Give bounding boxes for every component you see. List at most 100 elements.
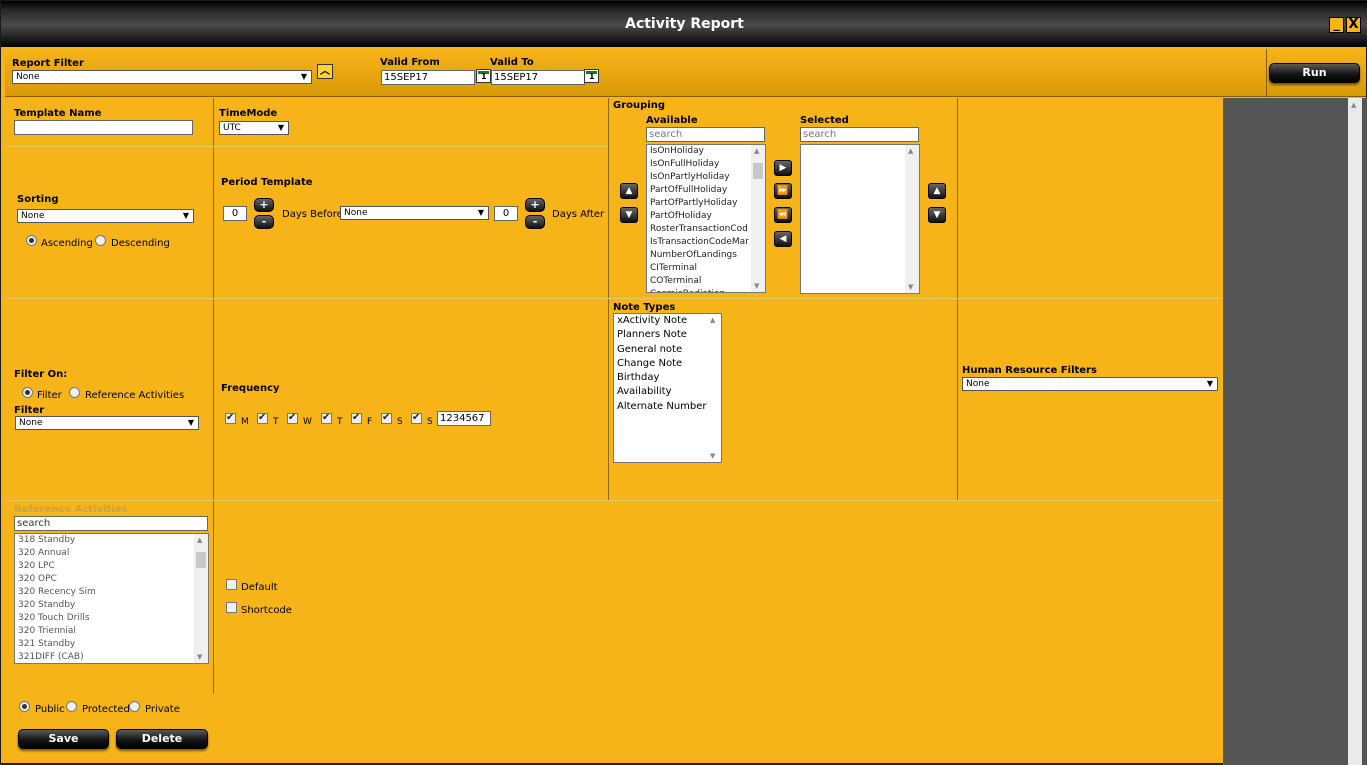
filter-radio[interactable] (22, 387, 33, 398)
selected-search-input[interactable]: search (800, 127, 919, 142)
list-item[interactable]: Availability (614, 385, 721, 399)
reference-activities-radio[interactable] (69, 387, 80, 398)
frequency-day-checkbox[interactable] (225, 412, 236, 424)
list-item[interactable]: IsTransactionCodeMar (647, 236, 765, 249)
list-item[interactable]: Change Note (614, 357, 721, 371)
list-item[interactable]: IsOnFullHoliday (647, 158, 765, 171)
move-down-icon[interactable]: ▼ (928, 207, 946, 223)
divider (5, 500, 1222, 501)
public-radio[interactable] (19, 701, 30, 712)
list-item[interactable]: 320 LPC (15, 560, 208, 573)
list-item[interactable]: 320 Annual (15, 547, 208, 560)
calendar-icon[interactable] (584, 69, 599, 83)
plus-icon[interactable]: + (525, 198, 545, 212)
close-button[interactable]: X (1346, 17, 1361, 33)
list-item[interactable]: COTerminal (647, 275, 765, 288)
filter-select[interactable]: None ▼ (15, 416, 199, 430)
divider (213, 98, 214, 694)
plus-icon[interactable]: + (254, 198, 274, 212)
frequency-day-checkbox[interactable] (351, 412, 362, 424)
ascending-radio[interactable] (26, 235, 37, 246)
timemode-select[interactable]: UTC ▼ (219, 121, 289, 135)
list-item[interactable]: CITerminal (647, 262, 765, 275)
add-one-icon[interactable]: ▶ (774, 160, 792, 176)
save-button[interactable]: Save (18, 729, 109, 749)
list-item[interactable]: 320 Standby (15, 599, 208, 612)
collapse-up-icon[interactable]: ︿ (317, 64, 333, 79)
remove-all-icon[interactable]: ⏪ (774, 207, 792, 223)
scrollbar[interactable]: ▲ ▼ (751, 145, 765, 292)
chevron-down-icon: ▼ (187, 418, 194, 427)
private-radio[interactable] (129, 701, 140, 712)
remove-one-icon[interactable]: ◀ (774, 231, 792, 247)
run-button[interactable]: Run (1269, 63, 1360, 83)
delete-button[interactable]: Delete (116, 729, 208, 749)
frequency-day-label: S (427, 417, 433, 427)
available-search-input[interactable]: search (646, 127, 765, 142)
list-item[interactable]: NumberOfLandings (647, 249, 765, 262)
reference-activities-label: Reference Activities (14, 504, 128, 515)
add-all-icon[interactable]: ⏩ (774, 183, 792, 199)
list-item[interactable]: 320 OPC (15, 573, 208, 586)
shortcode-checkbox[interactable] (226, 602, 237, 613)
valid-to-input[interactable]: 15SEP17 (491, 70, 585, 85)
minimize-button[interactable]: _ (1329, 17, 1344, 33)
list-item[interactable]: IsOnHoliday (647, 145, 765, 158)
list-item[interactable]: 318 Standby (15, 534, 208, 547)
template-name-input[interactable] (14, 120, 193, 135)
list-item[interactable]: General note (614, 343, 721, 357)
divider (957, 98, 958, 500)
frequency-day-checkbox[interactable] (381, 412, 392, 424)
protected-radio[interactable] (66, 701, 77, 712)
frequency-day-checkbox[interactable] (321, 412, 332, 424)
reference-activities-list[interactable]: 318 Standby 320 Annual 320 LPC 320 OPC 320 R… (14, 533, 209, 664)
frequency-day-checkbox[interactable] (257, 412, 268, 424)
note-types-list[interactable]: xActivity Note Planners Note General note C… (613, 313, 722, 463)
move-up-icon[interactable]: ▲ (928, 183, 946, 199)
reference-search-input[interactable]: search (14, 516, 208, 531)
move-down-icon[interactable]: ▼ (620, 207, 638, 223)
scrollbar[interactable]: ▲ ▼ (707, 314, 721, 462)
list-item[interactable]: 321DIFF (CAB) (15, 651, 208, 663)
scrollbar[interactable]: ▲ (1348, 98, 1362, 765)
report-filter-select[interactable]: None ▼ (12, 70, 312, 84)
list-item[interactable]: PartOfPartlyHoliday (647, 197, 765, 210)
list-item[interactable]: Planners Note (614, 328, 721, 342)
period-template-select[interactable]: None ▼ (340, 206, 489, 220)
calendar-icon[interactable] (476, 69, 491, 83)
filter-label: Filter (14, 405, 45, 416)
move-up-icon[interactable]: ▲ (620, 183, 638, 199)
minus-icon[interactable]: - (254, 215, 274, 229)
list-item[interactable]: 320 Touch Drills (15, 612, 208, 625)
list-item[interactable]: 321 Standby (15, 638, 208, 651)
list-item[interactable]: 320 Triennial (15, 625, 208, 638)
timemode-label: TimeMode (219, 108, 278, 119)
list-item[interactable]: Alternate Number (614, 400, 721, 414)
list-item[interactable]: IsOnPartlyHoliday (647, 171, 765, 184)
frequency-input[interactable]: 1234567 (437, 411, 491, 426)
list-item[interactable]: Birthday (614, 371, 721, 385)
descending-radio[interactable] (95, 235, 106, 246)
valid-from-input[interactable]: 15SEP17 (381, 70, 475, 85)
list-item[interactable]: PartOfHoliday (647, 210, 765, 223)
frequency-day-label: S (397, 417, 403, 427)
list-item[interactable]: 320 Recency Sim (15, 586, 208, 599)
list-item[interactable]: RosterTransactionCod (647, 223, 765, 236)
minus-icon[interactable]: - (525, 215, 545, 229)
frequency-day-checkbox[interactable] (411, 412, 422, 424)
title-bar: Activity Report _ X (1, 1, 1367, 47)
private-label: Private (145, 704, 180, 715)
list-item[interactable]: xActivity Note (614, 314, 721, 328)
available-list[interactable]: IsOnHoliday IsOnFullHoliday IsOnPartlyHoli… (646, 144, 766, 293)
selected-list[interactable]: ▲ ▼ (800, 144, 920, 294)
list-item[interactable]: CosmicRadiation (647, 288, 765, 292)
default-checkbox[interactable] (226, 579, 237, 590)
days-after-input[interactable]: 0 (494, 206, 518, 221)
frequency-day-checkbox[interactable] (287, 412, 298, 424)
days-before-input[interactable]: 0 (223, 206, 247, 221)
list-item[interactable]: PartOfFullHoliday (647, 184, 765, 197)
scrollbar[interactable]: ▲ ▼ (194, 534, 208, 663)
sorting-select[interactable]: None ▼ (17, 209, 194, 223)
hr-filters-select[interactable]: None ▼ (962, 377, 1218, 391)
scrollbar[interactable]: ▲ ▼ (905, 145, 919, 293)
